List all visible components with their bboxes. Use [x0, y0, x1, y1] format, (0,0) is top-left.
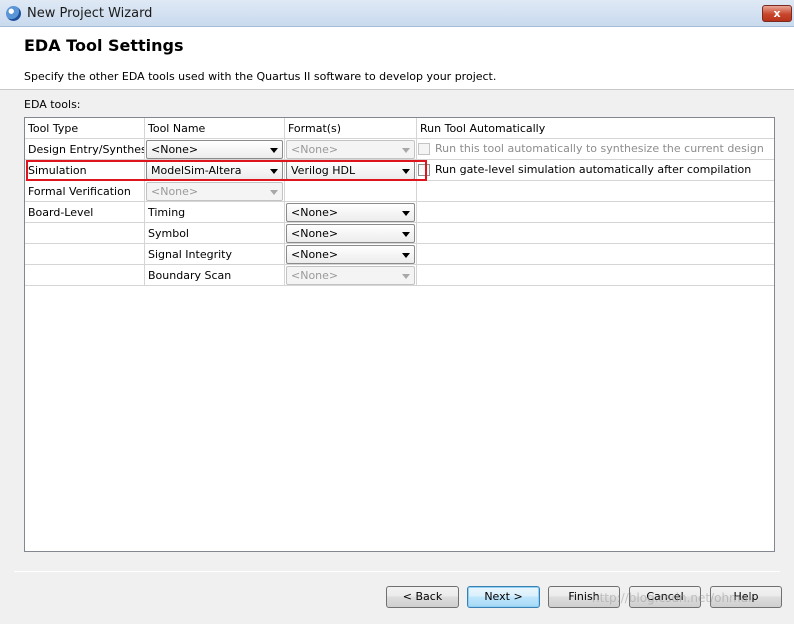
design-entry-tool-select[interactable]: <None> — [146, 140, 283, 159]
watermark-text: http://blog.csdn.net/ohmal — [592, 591, 752, 605]
board-level-boundary-scan-label: Boundary Scan — [148, 269, 232, 282]
eda-tools-label: EDA tools: — [24, 98, 81, 111]
wizard-app-icon — [6, 6, 21, 21]
signal-integrity-format-value: <None> — [291, 248, 339, 261]
board-level-signal-integrity-label: Signal Integrity — [148, 248, 232, 261]
design-entry-format-value: <None> — [291, 143, 339, 156]
simulation-row-highlight — [26, 160, 427, 181]
design-entry-run-checkbox — [418, 143, 430, 155]
row-divider — [25, 264, 774, 265]
next-button[interactable]: Next > — [467, 586, 540, 608]
back-button[interactable]: < Back — [386, 586, 459, 608]
timing-format-value: <None> — [291, 206, 339, 219]
window-title: New Project Wizard — [27, 6, 153, 21]
chevron-down-icon — [402, 148, 410, 153]
header-divider — [0, 89, 794, 90]
column-header-formats[interactable]: Format(s) — [285, 118, 416, 139]
page-subtitle: Specify the other EDA tools used with th… — [24, 70, 497, 83]
chevron-down-icon — [402, 274, 410, 279]
row-divider — [25, 243, 774, 244]
board-level-timing-label: Timing — [148, 206, 186, 219]
tool-type-board-level: Board-Level — [28, 206, 94, 219]
chevron-down-icon — [270, 190, 278, 195]
simulation-run-label: Run gate-level simulation automatically … — [435, 163, 752, 176]
column-divider — [284, 118, 285, 286]
close-button[interactable]: x — [762, 5, 792, 22]
boundary-scan-format-value: <None> — [291, 269, 339, 282]
formal-verification-tool-select: <None> — [146, 182, 283, 201]
row-divider — [25, 285, 774, 286]
board-level-symbol-label: Symbol — [148, 227, 189, 240]
timing-format-select[interactable]: <None> — [286, 203, 415, 222]
signal-integrity-format-select[interactable]: <None> — [286, 245, 415, 264]
tool-type-design-entry: Design Entry/Synthesis — [28, 143, 144, 156]
column-header-tool-name[interactable]: Tool Name — [145, 118, 284, 139]
column-header-tool-type[interactable]: Tool Type — [25, 118, 144, 139]
formal-verification-tool-value: <None> — [151, 185, 199, 198]
eda-tools-table: Tool Type Tool Name Format(s) Run Tool A… — [24, 117, 775, 552]
chevron-down-icon — [270, 148, 278, 153]
footer-divider — [14, 571, 780, 572]
symbol-format-value: <None> — [291, 227, 339, 240]
design-entry-tool-value: <None> — [151, 143, 199, 156]
design-entry-format-select: <None> — [286, 140, 415, 159]
title-bar: New Project Wizard x — [0, 0, 794, 27]
column-divider — [416, 118, 417, 286]
symbol-format-select[interactable]: <None> — [286, 224, 415, 243]
design-entry-run-label: Run this tool automatically to synthesiz… — [435, 142, 764, 155]
chevron-down-icon — [402, 211, 410, 216]
tool-type-formal-verification: Formal Verification — [28, 185, 131, 198]
column-header-run-tool[interactable]: Run Tool Automatically — [417, 118, 774, 139]
boundary-scan-format-select: <None> — [286, 266, 415, 285]
chevron-down-icon — [402, 253, 410, 258]
header-panel: EDA Tool Settings Specify the other EDA … — [0, 27, 794, 89]
chevron-down-icon — [402, 232, 410, 237]
page-title: EDA Tool Settings — [24, 36, 184, 55]
